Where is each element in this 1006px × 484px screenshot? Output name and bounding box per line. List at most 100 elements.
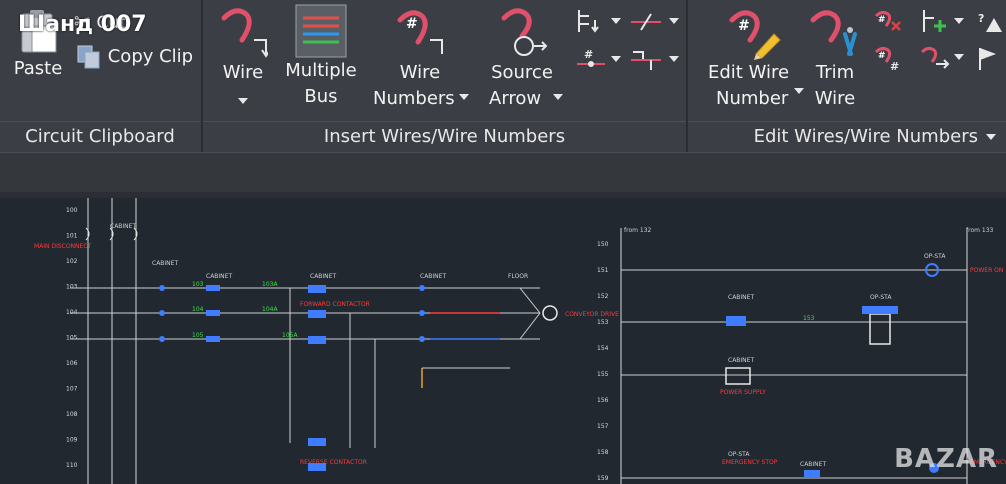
flag-button[interactable] [974,44,1004,72]
motor-circuit-wires [70,227,558,471]
reverse-contactor-label: REVERSE CONTACTOR [300,459,367,466]
wire-type-icon [631,51,661,70]
wire-number: 105 [192,332,204,339]
schematic-labels: MAIN DISCONNECT CABINET CABINET CABINET … [34,223,1006,468]
rung-number: 150 [597,241,609,248]
trim-wire-label-2: Wire [814,88,856,109]
conveyor-drive-label: CONVEYOR DRIVE [565,311,619,318]
wire-number: 104A [262,306,278,313]
edit-wires-title: Edit Wires/Wire Numbers [688,121,1006,152]
ribbon: Paste ✂ Cut Copy Clip Circuit Clipboard … [0,0,1006,152]
edit-wires-panel-expand-caret[interactable] [986,134,996,140]
source-arrow-label-1: Source [491,62,553,83]
svg-text:#: # [878,15,886,25]
move-dropdown-caret[interactable] [954,54,964,60]
gap-button[interactable] [629,8,681,34]
rung-number: 152 [597,293,609,300]
rung-number: 110 [66,462,78,469]
cabinet-label: CABINET [310,273,336,280]
bus-label: Bus [304,86,338,107]
floor-label: FLOOR [508,273,528,280]
edit-wire-number-icon: # [729,10,781,60]
in-line-wire-label-button[interactable]: # [575,46,623,72]
trim-wire-button[interactable]: Trim Wire [806,4,864,116]
wire-number: 153 [803,315,815,322]
rung-number: 153 [597,319,609,326]
edit-wire-number-button[interactable]: # Edit Wire Number [700,4,804,116]
multiple-bus-button[interactable]: Multiple Bus [283,4,359,116]
power-supply-box [725,367,751,385]
rung-number: 156 [597,397,609,404]
cabinet-label: CABINET [420,273,446,280]
insert-wires-title: Insert Wires/Wire Numbers [203,121,686,152]
rung-number: 151 [597,267,609,274]
drawing-tabs-bar [0,152,1006,193]
right-rung-numbers: 150 151 152 153 154 155 156 157 158 159 [597,241,609,482]
source-arrow-button[interactable]: Source Arrow [479,4,565,116]
edit-wires-title-text: Edit Wires/Wire Numbers [753,126,978,147]
op-sta-label: OP-STA [924,253,946,260]
svg-text:#: # [406,16,418,32]
wire-button[interactable]: Wire [215,4,271,112]
delete-wire-number-icon: # [874,10,901,31]
trim-wire-icon [810,10,857,56]
add-rung-button[interactable] [920,8,968,34]
left-ladder-rails [87,198,137,484]
edit-wires-panel: # Edit Wire Number Trim Wire # ? # # Edi… [688,0,1006,152]
from-label: from 133 [966,227,994,234]
move-wire-number-icon [920,46,950,69]
svg-text:#: # [738,18,750,34]
rung-number: 155 [597,371,609,378]
wire-dropdown-caret[interactable] [238,98,248,104]
insert-ladder-button[interactable] [575,8,623,34]
cabinet-label: CABINET [728,294,754,301]
copy-clip-button[interactable]: Copy Clip [76,44,198,74]
move-wire-number-button[interactable] [920,44,968,72]
emergency-stop-label: EMERGENCY STOP [722,459,778,466]
ladder-dropdown-caret[interactable] [611,18,621,24]
wire-type-dropdown-caret[interactable] [669,56,679,62]
in-line-label-icon: # [577,48,605,67]
wire-numbers-button[interactable]: # Wire Numbers [371,4,469,116]
wire-numbers-dropdown-caret[interactable] [459,94,469,100]
cabinet-label: CABINET [800,461,826,468]
drawing-canvas[interactable]: 100101102103104105106107108109110111 150… [0,198,1006,484]
wire-type-button[interactable] [629,46,681,72]
wire-numbers-icon: # [397,10,443,54]
source-arrow-icon [501,8,548,56]
power-supply-label: POWER SUPPLY [720,389,766,396]
wire-gap-icon [631,13,661,31]
add-rung-icon [923,10,946,32]
copy-wire-number-icon: # # [874,46,899,73]
add-rung-dropdown-caret[interactable] [954,18,964,24]
circuit-clipboard-title: Circuit Clipboard [0,121,200,152]
svg-text:#: # [878,51,886,61]
wire-icon [221,8,268,58]
copy-wire-number-button[interactable]: # # [874,44,914,73]
wire-numbers-label-2: Numbers [373,88,455,109]
source-arrow-dropdown-caret[interactable] [553,94,563,100]
op-sta-label: OP-STA [870,294,892,301]
svg-text:#: # [890,60,899,72]
flag-icon [979,48,996,70]
help-icon: ? [978,12,1002,32]
wire-number: 104 [192,306,204,313]
receptacle [869,313,891,345]
wire-number: 103A [262,281,278,288]
ladder-icon [578,10,599,33]
edit-wire-number-dropdown-caret[interactable] [794,88,804,94]
copy-icon [77,45,100,69]
in-line-dropdown-caret[interactable] [611,56,621,62]
insert-wires-panel: Wire Multiple Bus # Wire Numbers Source … [203,0,686,152]
op-sta-label: OP-STA [728,451,750,458]
motor-symbol [542,305,558,321]
schematic-drawing: 100101102103104105106107108109110111 150… [34,198,1006,484]
delete-wire-numbers-button[interactable]: # [874,8,914,34]
from-label: from 132 [624,227,652,234]
gap-dropdown-caret[interactable] [669,18,679,24]
main-disconnect-label: MAIN DISCONNECT [34,243,92,250]
watermark: Шанд 007 [18,12,147,37]
warning-button[interactable]: ? [974,8,1004,34]
edit-wire-number-label-2: Number [716,88,789,109]
svg-text:?: ? [978,12,984,25]
